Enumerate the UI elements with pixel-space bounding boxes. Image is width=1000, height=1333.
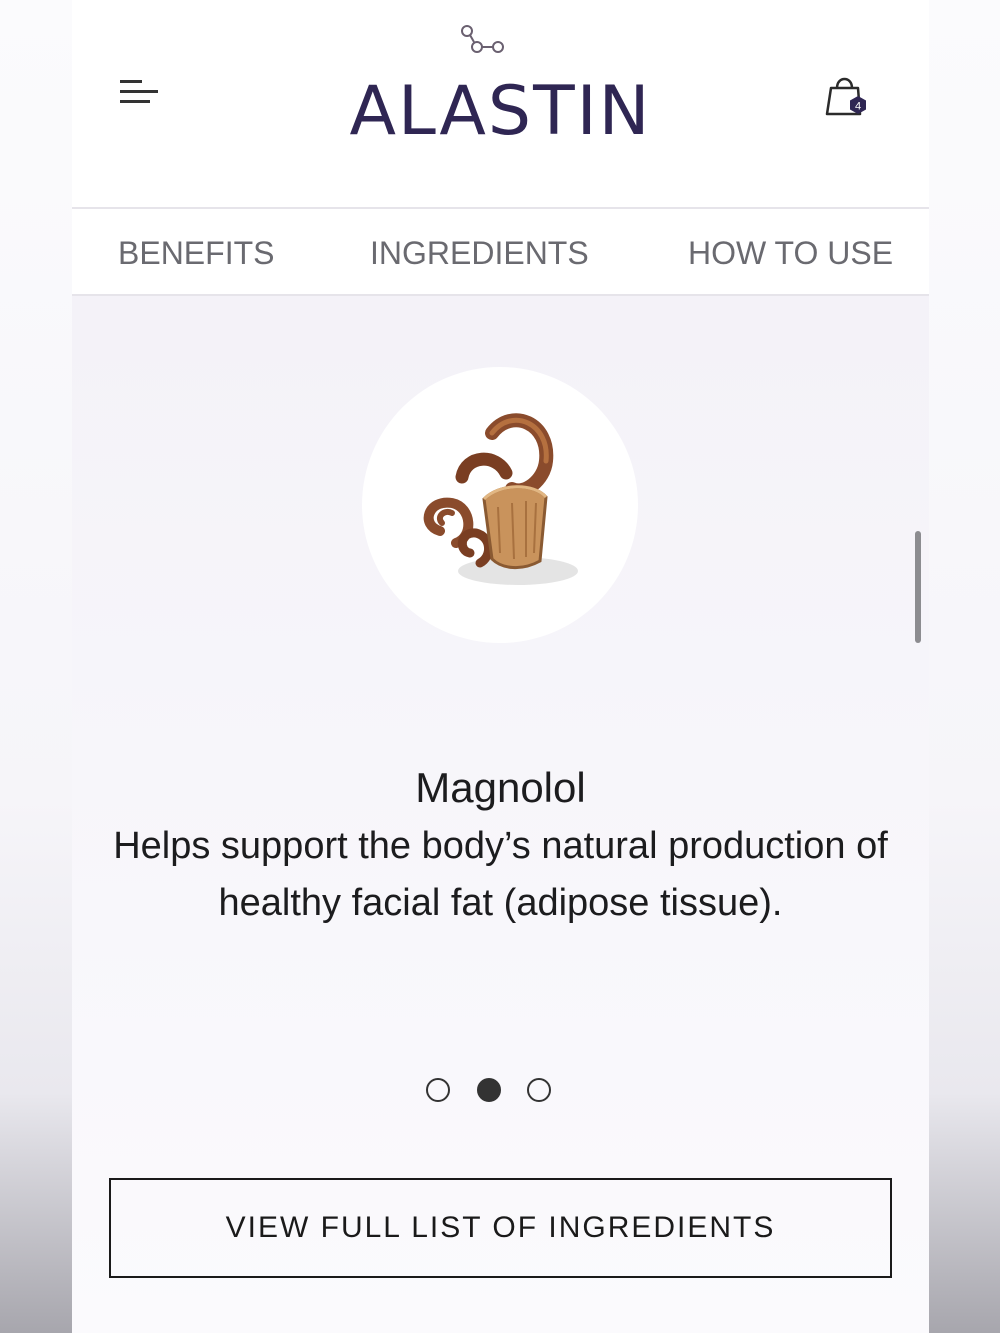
site-header: ALASTIN 4 [72,0,929,209]
tab-how-to-use[interactable]: HOW TO USE [688,233,893,273]
ingredient-title: Magnolol [415,764,586,811]
molecule-logo-icon [461,25,504,53]
tab-ingredients[interactable]: INGREDIENTS [370,233,589,273]
scrollbar[interactable] [915,531,921,643]
view-full-ingredients-button[interactable]: VIEW FULL LIST OF INGREDIENTS [109,1178,892,1278]
carousel-pagination [425,1078,555,1104]
carousel-dot-2[interactable] [477,1078,501,1102]
ingredient-description: Helps support the body’s natural product… [113,825,888,924]
cart-count-badge: 4 [855,101,861,113]
magnolia-bark-image [423,413,578,585]
carousel-dot-3[interactable] [527,1078,551,1102]
ingredient-image-frame [362,367,638,643]
brand-logo[interactable]: ALASTIN [312,72,689,152]
shopping-bag-icon[interactable]: 4 [824,72,872,120]
ingredients-carousel: Magnolol Helps support the body’s natura… [72,296,929,1333]
carousel-dot-1[interactable] [426,1078,450,1102]
phone-screen: ALASTIN 4 BENEFITS INGREDIENTS HOW TO US… [72,0,929,1333]
tab-benefits[interactable]: BENEFITS [118,233,274,273]
section-tabs: BENEFITS INGREDIENTS HOW TO USE [72,209,929,296]
menu-icon[interactable] [118,76,160,110]
